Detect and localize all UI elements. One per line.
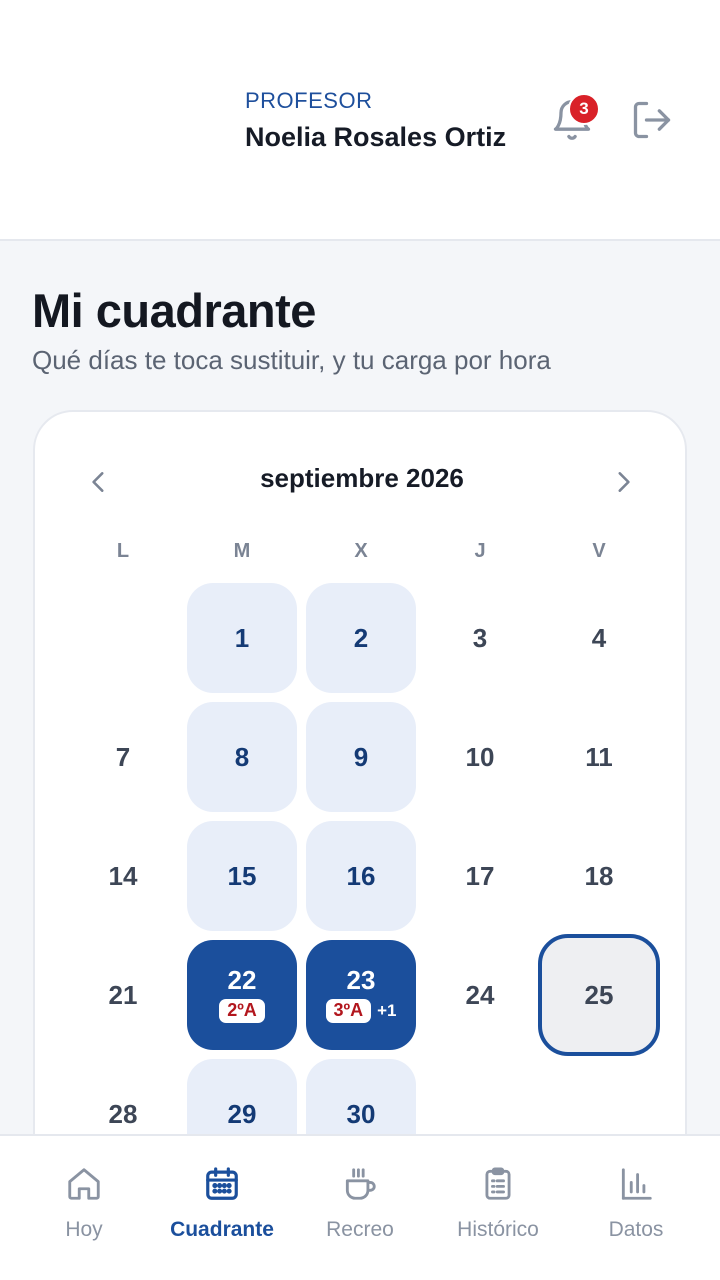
user-name: Noelia Rosales Ortiz [245, 122, 507, 152]
calendar-day[interactable]: 17 [425, 821, 535, 931]
day-number: 7 [115, 742, 131, 772]
day-number: 9 [353, 742, 369, 772]
chevron-right-icon [618, 472, 630, 492]
day-number: 8 [234, 742, 250, 772]
calendar-day[interactable]: 9 [306, 702, 416, 812]
calendar-day[interactable]: 18 [544, 821, 654, 931]
home-icon [68, 1168, 100, 1200]
nav-item-hoy[interactable]: Hoy [15, 1136, 153, 1280]
weekday-label: X [354, 540, 368, 562]
calendar-icon [206, 1167, 238, 1200]
day-number: 23 [346, 965, 376, 996]
group-chip: 2ºA [219, 999, 265, 1023]
nav-item-datos[interactable]: Datos [567, 1136, 705, 1280]
day-number: 22 [227, 965, 257, 996]
logout-button[interactable] [630, 98, 674, 142]
calendar-day[interactable]: 8 [187, 702, 297, 812]
day-number: 11 [585, 742, 613, 772]
calendar-day[interactable]: 10 [425, 702, 535, 812]
next-month-button[interactable] [603, 462, 643, 502]
calendar-day-assigned[interactable]: 23 3ºA +1 [306, 940, 416, 1050]
day-number: 28 [108, 1099, 138, 1129]
day-number: 15 [227, 861, 257, 891]
day-number: 14 [108, 861, 138, 891]
weekday-label: V [592, 540, 606, 562]
app-header: PROFESOR Noelia Rosales Ortiz 3 [0, 0, 720, 241]
calendar-day[interactable]: 11 [544, 702, 654, 812]
weekday-label: J [474, 540, 486, 562]
calendar-day-assigned[interactable]: 22 2ºA [187, 940, 297, 1050]
calendar-day[interactable]: 1 [187, 583, 297, 693]
weekday-label: L [116, 540, 130, 562]
assignment-chips: 2ºA [219, 999, 265, 1023]
bottom-navigation: Hoy Cuadrante Recreo Histórico Datos [0, 1134, 720, 1280]
page-subtitle: Qué días te toca sustituir, y tu carga p… [32, 345, 551, 375]
day-number: 21 [108, 980, 138, 1010]
nav-item-recreo[interactable]: Recreo [291, 1136, 429, 1280]
nav-label: Hoy [65, 1218, 103, 1241]
notification-badge: 3 [568, 93, 600, 125]
calendar-day[interactable]: 15 [187, 821, 297, 931]
day-number: 16 [346, 861, 376, 891]
calendar-day[interactable]: 3 [425, 583, 535, 693]
nav-label: Cuadrante [170, 1218, 274, 1241]
nav-item-cuadrante[interactable]: Cuadrante [153, 1136, 291, 1280]
page-title: Mi cuadrante [32, 284, 316, 337]
group-chip: 3ºA [325, 999, 372, 1023]
day-number: 4 [591, 623, 607, 653]
day-number: 2 [353, 623, 369, 653]
day-number: 24 [465, 980, 495, 1010]
bar-chart-icon [621, 1168, 652, 1200]
calendar-day[interactable]: 4 [544, 583, 654, 693]
calendar-day[interactable]: 7 [68, 702, 178, 812]
day-number: 18 [584, 861, 614, 891]
assignment-chips: 3ºA +1 [325, 999, 397, 1023]
day-number: 3 [472, 623, 488, 653]
day-number: 17 [465, 861, 495, 891]
weekday-label: M [233, 540, 251, 562]
more-count: +1 [377, 1000, 397, 1020]
nav-label: Histórico [457, 1218, 539, 1241]
calendar-day[interactable]: 16 [306, 821, 416, 931]
calendar-day-today[interactable]: 25 [538, 934, 660, 1056]
calendar-day[interactable]: 24 [425, 940, 535, 1050]
month-label: septiembre 2026 [260, 463, 464, 493]
day-number: 10 [465, 742, 495, 772]
day-number: 30 [346, 1099, 376, 1129]
day-number: 29 [227, 1099, 257, 1129]
nav-item-historico[interactable]: Histórico [429, 1136, 567, 1280]
day-number: 25 [584, 980, 614, 1010]
day-number: 1 [234, 623, 250, 653]
calendar-day[interactable]: 2 [306, 583, 416, 693]
coffee-icon [345, 1168, 376, 1200]
calendar-day[interactable]: 21 [68, 940, 178, 1050]
calendar-day[interactable]: 14 [68, 821, 178, 931]
clipboard-icon [485, 1167, 511, 1200]
logout-icon [633, 101, 671, 139]
nav-label: Datos [608, 1218, 664, 1241]
user-role: PROFESOR [245, 88, 373, 113]
nav-label: Recreo [326, 1218, 394, 1241]
